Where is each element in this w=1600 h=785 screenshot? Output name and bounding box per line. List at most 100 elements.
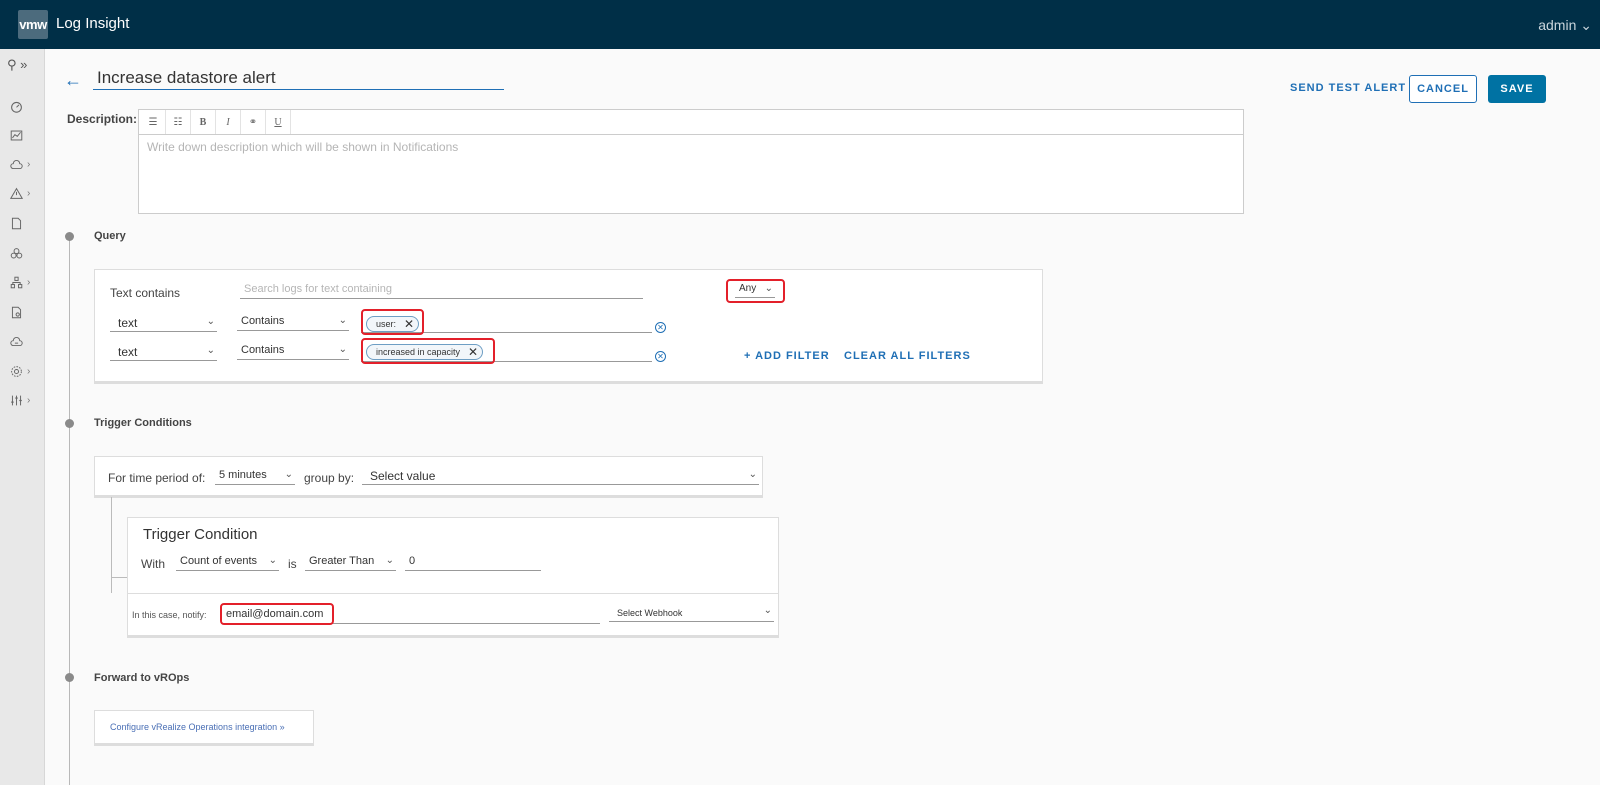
comparison-select[interactable]: Greater Than ⌄ bbox=[305, 555, 396, 571]
nav-caret: › bbox=[27, 187, 31, 199]
configure-vrops-link[interactable]: Configure vRealize Operations integratio… bbox=[110, 722, 285, 732]
trigger-section-title: Trigger Conditions bbox=[94, 417, 192, 429]
highlight-box bbox=[726, 279, 785, 303]
with-label: With bbox=[141, 557, 165, 571]
nav-item-dashboards[interactable] bbox=[10, 97, 40, 115]
query-panel: Text contains Search logs for text conta… bbox=[94, 269, 1043, 382]
description-editor[interactable]: ☰ ☷ B I ⚭ U Write down description which… bbox=[138, 109, 1244, 214]
nav-item-cloud-settings[interactable] bbox=[10, 332, 40, 350]
cluster-icon bbox=[10, 247, 23, 258]
filter-operator-value: Contains bbox=[241, 344, 285, 356]
filter-operator-select[interactable]: Contains ⌄ bbox=[237, 315, 349, 331]
nav-caret: › bbox=[27, 158, 31, 170]
filter-field-value: text bbox=[118, 316, 138, 330]
group-by-select[interactable]: Select value ⌄ bbox=[362, 469, 759, 485]
back-arrow-icon[interactable]: ← bbox=[64, 70, 82, 91]
threshold-input[interactable]: 0 bbox=[405, 555, 541, 571]
chevron-down-icon: ⌄ bbox=[206, 345, 215, 356]
cloud-icon bbox=[10, 159, 23, 169]
nav-item-administration[interactable]: › bbox=[10, 362, 40, 380]
trigger-condition-title: Trigger Condition bbox=[143, 526, 258, 543]
add-filter-button[interactable]: + ADD FILTER bbox=[744, 350, 830, 362]
sliders-icon bbox=[11, 395, 22, 405]
highlight-box bbox=[361, 309, 424, 335]
dashboard-icon bbox=[11, 101, 22, 113]
time-period-select[interactable]: 5 minutes ⌄ bbox=[215, 469, 295, 485]
count-select[interactable]: Count of events ⌄ bbox=[176, 555, 279, 571]
nav-item-file-settings[interactable] bbox=[10, 303, 40, 321]
clear-filter-icon[interactable]: ✕ bbox=[655, 322, 666, 333]
filter-operator-select[interactable]: Contains ⌄ bbox=[237, 344, 349, 360]
chevron-down-icon: ⌄ bbox=[385, 555, 394, 566]
chart-icon bbox=[10, 130, 23, 140]
user-name: admin bbox=[1538, 17, 1577, 33]
count-value: Count of events bbox=[180, 555, 258, 567]
tree-connector bbox=[111, 497, 112, 593]
filter-field-select[interactable]: text ⌄ bbox=[110, 316, 217, 332]
bold-icon[interactable]: B bbox=[191, 110, 216, 134]
chevron-down-icon: ⌄ bbox=[284, 469, 293, 480]
time-period-value: 5 minutes bbox=[219, 469, 267, 481]
numbered-list-icon[interactable]: ☷ bbox=[166, 110, 191, 134]
description-label: Description: bbox=[67, 112, 138, 126]
nav-caret: › bbox=[27, 394, 31, 406]
filter-field-value: text bbox=[118, 345, 138, 359]
chevron-down-icon: ⌄ bbox=[206, 316, 215, 327]
top-header: vmw Log Insight admin ⌄ bbox=[0, 0, 1600, 49]
filter-operator-value: Contains bbox=[241, 315, 285, 327]
nav-item-alerts[interactable]: › bbox=[10, 184, 40, 202]
notify-row: In this case, notify: email@domain.com S… bbox=[128, 593, 778, 636]
description-placeholder: Write down description which will be sho… bbox=[147, 140, 459, 154]
cloud-settings-icon bbox=[10, 336, 23, 346]
file-settings-icon bbox=[11, 306, 22, 318]
webhook-value: Select Webhook bbox=[617, 608, 683, 618]
nav-item-explore[interactable] bbox=[10, 126, 40, 144]
alert-title-input[interactable] bbox=[93, 66, 504, 90]
nav-caret: › bbox=[27, 365, 31, 377]
text-search-input[interactable]: Search logs for text containing bbox=[240, 283, 643, 299]
group-by-value: Select value bbox=[370, 469, 436, 483]
nav-item-documents[interactable] bbox=[10, 214, 40, 232]
timeline-dot bbox=[65, 419, 74, 428]
chevron-down-icon: ⌄ bbox=[338, 315, 347, 326]
vrops-panel: Configure vRealize Operations integratio… bbox=[94, 710, 314, 744]
send-test-alert-button[interactable]: SEND TEST ALERT bbox=[1290, 82, 1406, 94]
save-button[interactable]: SAVE bbox=[1488, 75, 1546, 103]
cancel-button[interactable]: CANCEL bbox=[1409, 75, 1477, 103]
user-menu[interactable]: admin ⌄ bbox=[1538, 17, 1592, 34]
network-icon bbox=[10, 276, 23, 288]
italic-icon[interactable]: I bbox=[216, 110, 241, 134]
vrops-section-title: Forward to vROps bbox=[94, 672, 190, 684]
nav-item-cluster[interactable] bbox=[10, 244, 40, 262]
trigger-condition-panel: Trigger Condition With Count of events ⌄… bbox=[127, 517, 779, 636]
highlight-box bbox=[361, 338, 495, 364]
nav-item-cloud[interactable]: › bbox=[10, 155, 40, 173]
time-period-label: For time period of: bbox=[108, 471, 206, 485]
chevron-down-icon: ⌄ bbox=[748, 469, 757, 480]
webhook-select[interactable]: Select Webhook ⌄ bbox=[609, 605, 774, 622]
comparison-value: Greater Than bbox=[309, 555, 375, 567]
editor-toolbar: ☰ ☷ B I ⚭ U bbox=[139, 110, 1243, 135]
clear-all-filters-button[interactable]: CLEAR ALL FILTERS bbox=[844, 350, 971, 362]
nav-item-network[interactable]: › bbox=[10, 273, 40, 291]
highlight-box bbox=[220, 603, 334, 625]
timeline-dot bbox=[65, 232, 74, 241]
nav-collapse-toggle[interactable]: ⚲ » bbox=[7, 57, 27, 73]
section-timeline bbox=[69, 238, 70, 785]
side-navigation: ⚲ » › › › › › bbox=[0, 49, 45, 785]
app-title[interactable]: Log Insight bbox=[56, 15, 129, 32]
link-icon[interactable]: ⚭ bbox=[241, 110, 266, 134]
gear-icon bbox=[11, 365, 22, 377]
chevron-down-icon: ⌄ bbox=[338, 344, 347, 355]
time-period-panel: For time period of: 5 minutes ⌄ group by… bbox=[94, 456, 763, 496]
filter-field-select[interactable]: text ⌄ bbox=[110, 345, 217, 361]
chevron-down-icon: ⌄ bbox=[763, 605, 772, 616]
chevron-down-icon: ⌄ bbox=[268, 555, 277, 566]
nav-item-configuration[interactable]: › bbox=[10, 391, 40, 409]
vmware-logo[interactable]: vmw bbox=[18, 10, 48, 39]
text-contains-label: Text contains bbox=[110, 286, 181, 300]
nav-caret: › bbox=[27, 276, 31, 288]
bullet-list-icon[interactable]: ☰ bbox=[141, 110, 166, 134]
clear-filter-icon[interactable]: ✕ bbox=[655, 351, 666, 362]
underline-icon[interactable]: U bbox=[266, 110, 291, 134]
